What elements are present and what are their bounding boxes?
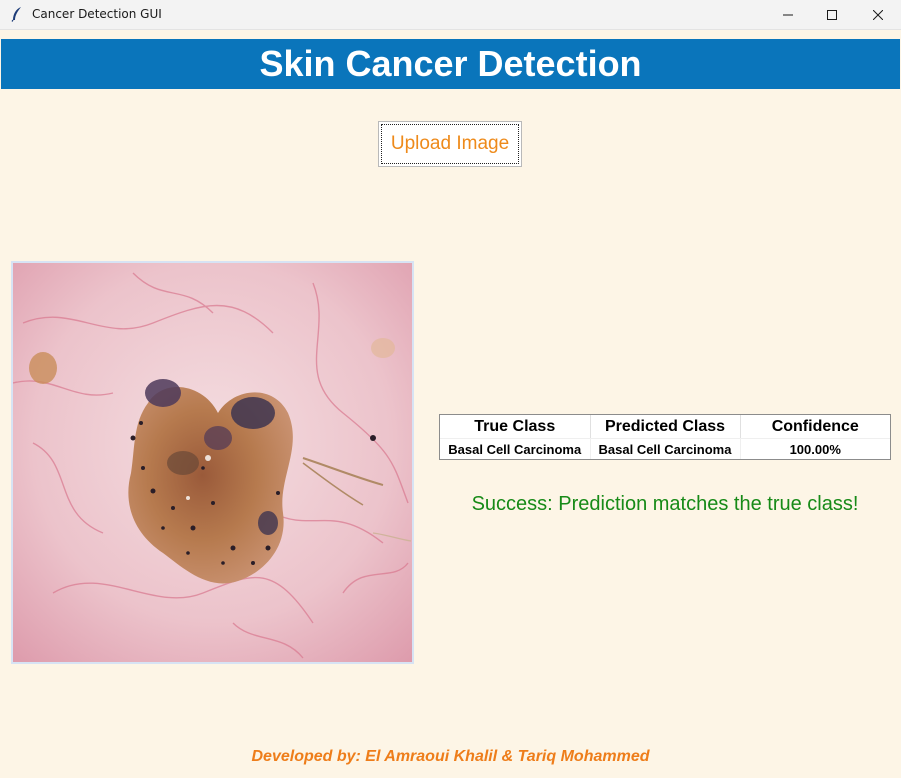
feather-icon	[10, 6, 24, 22]
page-title: Skin Cancer Detection	[259, 43, 642, 84]
column-header-confidence: Confidence	[740, 415, 890, 439]
table-header-row: True Class Predicted Class Confidence	[440, 415, 890, 439]
minimize-button[interactable]	[765, 0, 811, 29]
close-button[interactable]	[855, 0, 901, 29]
window-title: Cancer Detection GUI	[32, 7, 162, 21]
table-row: Basal Cell Carcinoma Basal Cell Carcinom…	[440, 438, 890, 459]
upload-image-button[interactable]: Upload Image	[378, 121, 522, 167]
close-icon	[873, 9, 883, 20]
maximize-icon	[827, 9, 837, 20]
minimize-icon	[783, 14, 793, 15]
footer-credit: Developed by: El Amraoui Khalil & Tariq …	[251, 748, 650, 765]
predicted-class-value: Basal Cell Carcinoma	[590, 438, 741, 459]
upload-image-label: Upload Image	[390, 133, 510, 154]
status-message: Success: Prediction matches the true cla…	[471, 493, 859, 515]
column-header-predicted-class: Predicted Class	[590, 415, 741, 439]
confidence-value: 100.00%	[789, 441, 841, 457]
window-titlebar: Cancer Detection GUI	[0, 0, 901, 30]
header-banner: Skin Cancer Detection	[1, 39, 900, 89]
results-table: True Class Predicted Class Confidence Ba…	[439, 414, 891, 460]
skin-lesion-image	[11, 261, 414, 664]
true-class-value: Basal Cell Carcinoma	[440, 438, 591, 459]
column-header-true-class: True Class	[440, 415, 591, 439]
maximize-button[interactable]	[809, 0, 855, 29]
